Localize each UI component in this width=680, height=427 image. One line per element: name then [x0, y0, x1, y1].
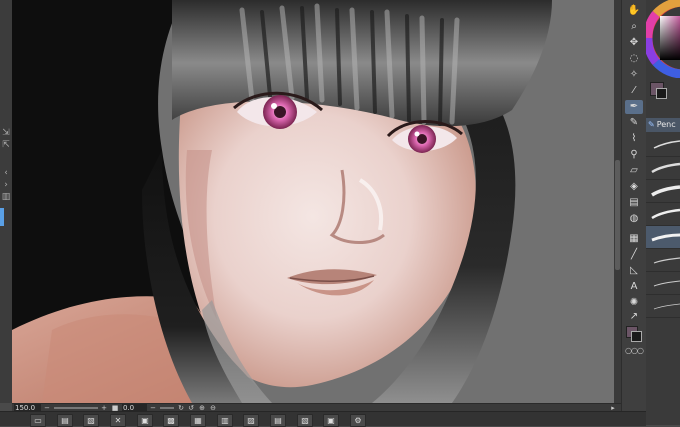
subtool-tab[interactable]: ✎ Penc [646, 118, 680, 132]
brush-preset[interactable] [646, 295, 680, 318]
fill-icon[interactable]: ▦ [190, 414, 206, 427]
tool-palette: ✋ ⌕ ✥ ◌ ✧ ⁄ ✒ ✎ ⌇ ⚲ ▱ ◈ ▤ ◍ ▦ ╱ ◺ A ✺ ↗ … [621, 0, 646, 425]
dock-selection-marker [0, 208, 4, 226]
dock-arrow2-icon[interactable]: › [1, 180, 11, 190]
redo-icon[interactable]: ▣ [137, 414, 153, 427]
zoom-slider[interactable] [54, 407, 98, 409]
sub-color-swatch[interactable] [631, 331, 642, 342]
brush-preset[interactable] [646, 249, 680, 272]
portrait-painting [12, 0, 614, 403]
figure-icon[interactable]: ╱ [625, 248, 643, 262]
brush-preset[interactable] [646, 272, 680, 295]
settings-icon[interactable]: ⚙ [350, 414, 366, 427]
copy-icon[interactable]: ▤ [270, 414, 286, 427]
brush-preset-selected[interactable] [646, 226, 680, 249]
layer-icon[interactable]: ▨ [243, 414, 259, 427]
canvas-vertical-scrollbar[interactable] [614, 0, 621, 403]
brush-preset[interactable] [646, 134, 680, 157]
pencil-icon: ✎ [648, 120, 655, 129]
open-icon[interactable]: ▤ [57, 414, 73, 427]
rotation-slider[interactable] [160, 407, 174, 409]
color-wheel[interactable] [646, 0, 680, 78]
brush-preset[interactable] [646, 180, 680, 203]
ruler-icon[interactable]: ◺ [625, 264, 643, 278]
blend-icon[interactable]: ◍ [625, 212, 643, 226]
dock-collapse-icon[interactable]: ⇱ [1, 140, 11, 150]
select-icon[interactable]: ▣ [323, 414, 339, 427]
gradient-icon[interactable]: ▤ [625, 196, 643, 210]
airbrush-icon[interactable]: ⚲ [625, 148, 643, 162]
brush-preset[interactable] [646, 203, 680, 226]
brush-preset[interactable] [646, 157, 680, 180]
undo-icon[interactable]: ✕ [110, 414, 126, 427]
correct-line-icon[interactable]: ↗ [625, 310, 643, 324]
balloon-icon[interactable]: ✺ [625, 296, 643, 310]
save-icon[interactable]: ▧ [83, 414, 99, 427]
eyedropper-icon[interactable]: ⁄ [625, 84, 643, 98]
dock-arrow-icon[interactable]: ‹ [1, 168, 11, 178]
sub-color-preview[interactable] [656, 88, 667, 99]
transform-icon[interactable]: ▥ [217, 414, 233, 427]
bucket-icon[interactable]: ◈ [625, 180, 643, 194]
color-mode-icon[interactable]: ○○○ [625, 346, 644, 355]
subtool-tab-label: Penc [656, 120, 676, 129]
new-icon[interactable]: ▭ [30, 414, 46, 427]
magnifier-icon[interactable]: ⌕ [625, 20, 643, 34]
brush-icon[interactable]: ⌇ [625, 132, 643, 146]
lasso-icon[interactable]: ◌ [625, 52, 643, 66]
wand-icon[interactable]: ✧ [625, 68, 643, 82]
drawing-canvas[interactable] [12, 0, 614, 403]
command-bar: ▭ ▤ ▧ ✕ ▣ ▩ ▦ ▥ ▨ ▤ ▧ ▣ ⚙ [0, 411, 646, 427]
eraser-icon[interactable]: ▱ [625, 164, 643, 178]
scrollbar-thumb[interactable] [615, 160, 620, 270]
pen-icon[interactable]: ✒ [625, 100, 643, 114]
clear-icon[interactable]: ▩ [163, 414, 179, 427]
right-panel: ✎ Penc [646, 0, 680, 425]
frame-icon[interactable]: ▦ [625, 232, 643, 246]
hand-icon[interactable]: ✋ [625, 4, 643, 18]
move-icon[interactable]: ✥ [625, 36, 643, 50]
paste-icon[interactable]: ▧ [297, 414, 313, 427]
text-icon[interactable]: A [625, 280, 643, 294]
pencil-icon[interactable]: ✎ [625, 116, 643, 130]
dock-expand-icon[interactable]: ⇲ [1, 128, 11, 138]
trash-icon[interactable]: ▥ [1, 192, 11, 202]
